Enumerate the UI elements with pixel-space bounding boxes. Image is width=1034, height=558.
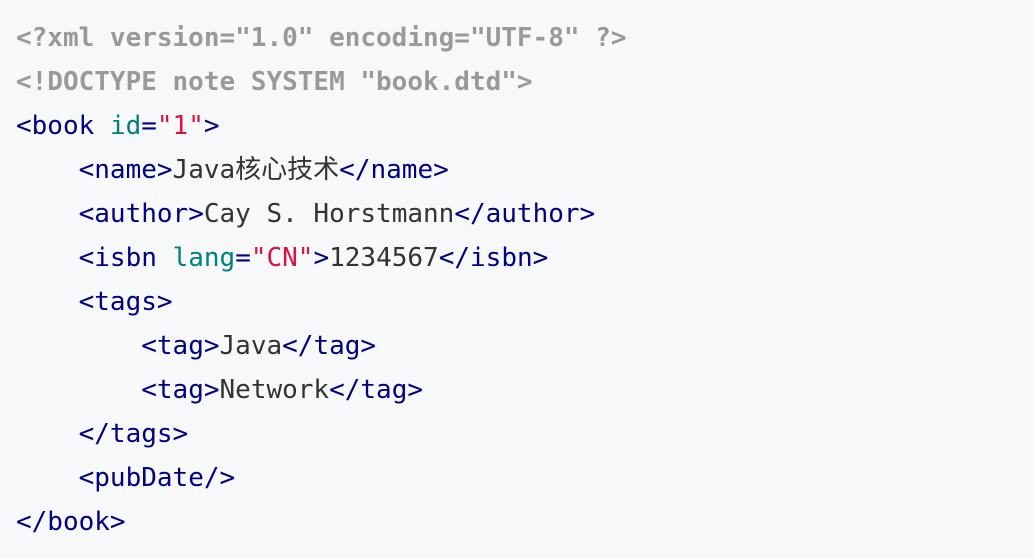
- code-line-pubdate: <pubDate/>: [16, 456, 1034, 500]
- name-open-tag: <name>: [78, 155, 173, 185]
- book-id-attribute: id: [109, 111, 142, 141]
- name-close-tag: </name>: [339, 155, 449, 185]
- code-line-tags-close: </tags>: [16, 412, 1034, 456]
- pubdate-tag: <pubDate/>: [78, 463, 236, 493]
- tag-close-tag: </tag>: [329, 375, 424, 405]
- author-text: Cay S. Horstmann: [203, 199, 455, 229]
- code-line-book-open: <book id="1">: [16, 104, 1034, 148]
- code-line-tags-open: <tags>: [16, 280, 1034, 324]
- book-close-tag: </book>: [16, 507, 126, 537]
- isbn-open-bracket: >: [313, 243, 330, 273]
- code-line-doctype: <!DOCTYPE note SYSTEM "book.dtd">: [16, 60, 1034, 104]
- book-open-bracket: >: [203, 111, 220, 141]
- tag-open-tag: <tag>: [141, 331, 220, 361]
- code-line-isbn: <isbn lang="CN">1234567</isbn>: [16, 236, 1034, 280]
- xml-code: <?xml version="1.0" encoding="UTF-8" ?> <…: [16, 16, 1034, 544]
- code-line-xml-declaration: <?xml version="1.0" encoding="UTF-8" ?>: [16, 16, 1034, 60]
- tags-open-tag: <tags>: [78, 287, 173, 317]
- isbn-open-tag: <isbn: [78, 243, 157, 273]
- equals-sign: =: [235, 243, 251, 273]
- code-line-name: <name>Java核心技术</name>: [16, 148, 1034, 192]
- code-block: <?xml version="1.0" encoding="UTF-8" ?> <…: [0, 0, 1034, 558]
- isbn-lang-attribute: lang: [172, 243, 236, 273]
- tag-open-tag: <tag>: [141, 375, 220, 405]
- tags-close-tag: </tags>: [78, 419, 189, 449]
- equals-sign: =: [141, 111, 157, 141]
- tag-close-tag: </tag>: [282, 331, 377, 361]
- code-line-book-close: </book>: [16, 500, 1034, 544]
- book-id-value: "1": [156, 111, 204, 141]
- author-close-tag: </author>: [454, 199, 596, 229]
- isbn-text: 1234567: [329, 243, 439, 273]
- book-open-tag: <book: [16, 111, 95, 141]
- tag-text-network: Network: [219, 375, 330, 405]
- isbn-close-tag: </isbn>: [438, 243, 549, 273]
- xml-declaration: <?xml version="1.0" encoding="UTF-8" ?>: [16, 23, 627, 53]
- code-line-tag-java: <tag>Java</tag>: [16, 324, 1034, 368]
- isbn-lang-value: "CN": [250, 243, 314, 273]
- name-text: Java核心技术: [172, 155, 340, 185]
- code-line-tag-network: <tag>Network</tag>: [16, 368, 1034, 412]
- author-open-tag: <author>: [78, 199, 204, 229]
- code-line-author: <author>Cay S. Horstmann</author>: [16, 192, 1034, 236]
- tag-text-java: Java: [219, 331, 283, 361]
- doctype-declaration: <!DOCTYPE note SYSTEM "book.dtd">: [16, 67, 533, 97]
